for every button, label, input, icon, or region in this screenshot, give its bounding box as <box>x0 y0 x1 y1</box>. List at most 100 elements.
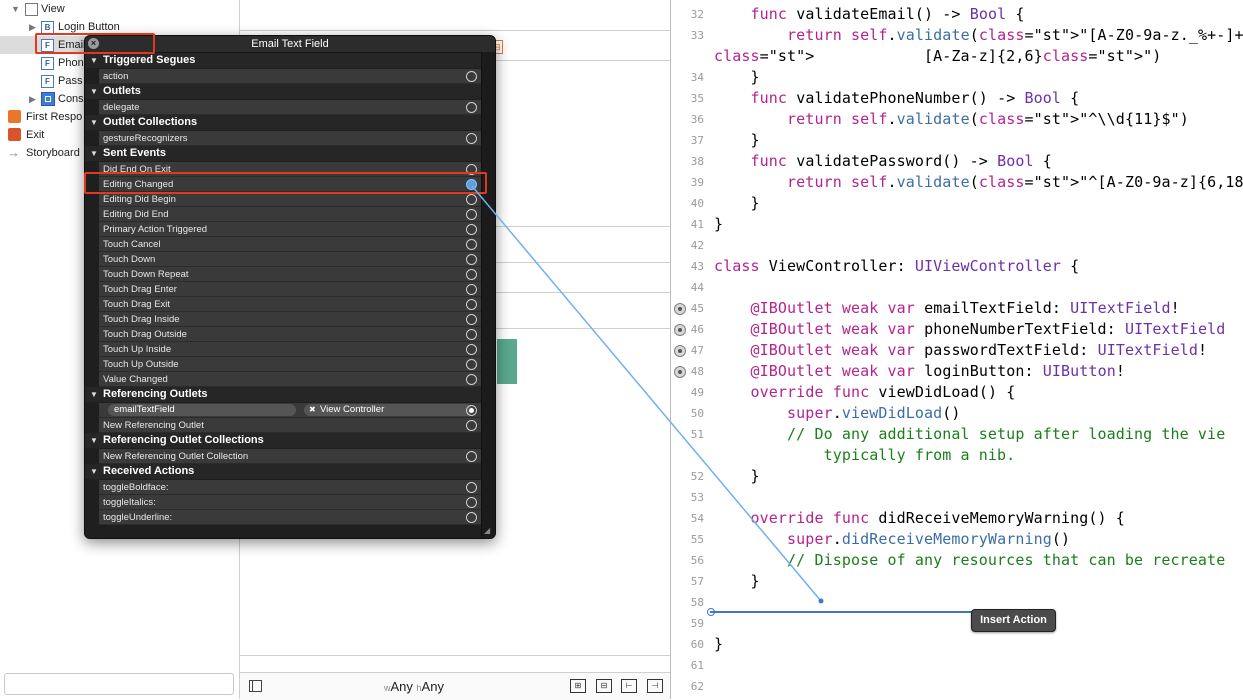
hud-connection-row[interactable]: action <box>99 69 481 84</box>
resolve-issues-icon[interactable]: ⊣ <box>647 679 663 693</box>
code-line[interactable]: override func viewDidLoad() { <box>714 383 1016 401</box>
connection-circle-icon[interactable] <box>466 71 477 82</box>
connection-circle-icon[interactable] <box>466 329 477 340</box>
connection-circle-icon[interactable] <box>466 420 477 431</box>
hud-section-header[interactable]: ▼ Referencing Outlets <box>85 387 481 402</box>
outlet-connection-icon[interactable] <box>674 345 686 357</box>
code-line[interactable]: // Dispose of any resources that can be … <box>714 551 1225 569</box>
connection-target-pill[interactable]: ✖ View Controller <box>304 404 472 416</box>
code-line[interactable]: @IBOutlet weak var loginButton: UIButton… <box>714 362 1125 380</box>
code-line[interactable]: @IBOutlet weak var emailTextField: UITex… <box>714 299 1180 317</box>
connection-circle-icon[interactable] <box>466 254 477 265</box>
connection-circle-icon[interactable] <box>466 405 477 416</box>
connection-circle-icon[interactable] <box>466 239 477 250</box>
hud-connection-row[interactable]: Touch Drag Exit <box>99 297 481 312</box>
hud-connection-row[interactable]: delegate <box>99 100 481 115</box>
connection-circle-icon[interactable] <box>466 194 477 205</box>
code-line[interactable]: super.didReceiveMemoryWarning() <box>714 530 1070 548</box>
connection-circle-icon[interactable] <box>466 224 477 235</box>
login-button-preview[interactable] <box>497 339 517 384</box>
outlet-connection-icon[interactable] <box>674 366 686 378</box>
disclosure-open-icon[interactable]: ▼ <box>90 84 98 99</box>
code-line[interactable]: } <box>714 635 723 653</box>
code-line[interactable]: class ViewController: UIViewController { <box>714 257 1079 275</box>
connection-circle-icon[interactable] <box>466 451 477 462</box>
hud-section-header[interactable]: ▼ Received Actions <box>85 464 481 479</box>
hud-section-header[interactable]: ▼ Referencing Outlet Collections <box>85 433 481 448</box>
hud-section-header[interactable]: ▼ Outlet Collections <box>85 115 481 130</box>
hud-connection-row[interactable]: Editing Did End <box>99 207 481 222</box>
code-line[interactable]: return self.validate(class="st">"[A-Z0-9… <box>714 26 1243 44</box>
hud-connection-row[interactable]: toggleUnderline: <box>99 510 481 525</box>
code-line[interactable]: } <box>714 467 760 485</box>
hud-connection-row[interactable]: Editing Changed <box>99 177 481 192</box>
hud-connection-row[interactable]: Touch Up Outside <box>99 357 481 372</box>
align-icon[interactable]: ⊟ <box>596 679 612 693</box>
hud-connection-row[interactable]: Did End On Exit <box>99 162 481 177</box>
code-line[interactable]: return self.validate(class="st">"^[A-Z0-… <box>714 173 1243 191</box>
hud-connection-row[interactable]: emailTextField ✖ View Controller <box>99 403 481 418</box>
disclosure-closed-icon[interactable]: ▶ <box>29 18 36 36</box>
connection-circle-icon[interactable] <box>466 512 477 523</box>
outlet-connection-icon[interactable] <box>674 303 686 315</box>
code-line[interactable]: func validatePassword() -> Bool { <box>714 152 1052 170</box>
hud-connection-row[interactable]: gestureRecognizers <box>99 131 481 146</box>
hud-connection-row[interactable]: toggleItalics: <box>99 495 481 510</box>
hud-connection-row[interactable]: Value Changed <box>99 372 481 387</box>
hud-connection-row[interactable]: Touch Cancel <box>99 237 481 252</box>
hud-connection-row[interactable]: Touch Down <box>99 252 481 267</box>
code-line[interactable]: } <box>714 215 723 233</box>
hud-section-header[interactable]: ▼ Sent Events <box>85 146 481 161</box>
connection-circle-icon[interactable] <box>466 344 477 355</box>
code-line[interactable]: @IBOutlet weak var passwordTextField: UI… <box>714 341 1208 359</box>
code-editor[interactable]: 32 func validateEmail() -> Bool {33 retu… <box>671 0 1243 699</box>
hud-section-header[interactable]: ▼ Triggered Segues <box>85 53 481 68</box>
connections-hud[interactable]: Email Text Field × ▼ Triggered Segues acti… <box>84 35 496 539</box>
toggle-outline-icon[interactable] <box>249 680 262 692</box>
pin-icon[interactable]: ⊢ <box>621 679 637 693</box>
connection-circle-icon[interactable] <box>466 102 477 113</box>
close-icon[interactable]: × <box>88 38 99 49</box>
code-line[interactable]: override func didReceiveMemoryWarning() … <box>714 509 1125 527</box>
connection-circle-icon[interactable] <box>466 164 477 175</box>
connection-circle-icon[interactable] <box>466 133 477 144</box>
hud-connection-row[interactable]: Touch Down Repeat <box>99 267 481 282</box>
connection-circle-icon[interactable] <box>466 299 477 310</box>
hud-connection-row[interactable]: Touch Up Inside <box>99 342 481 357</box>
hud-connection-row[interactable]: Primary Action Triggered <box>99 222 481 237</box>
outline-filter-field[interactable] <box>4 673 234 695</box>
code-line[interactable]: } <box>714 194 760 212</box>
connection-circle-icon[interactable] <box>466 374 477 385</box>
hud-connection-row[interactable]: Editing Did Begin <box>99 192 481 207</box>
disclosure-open-icon[interactable]: ▼ <box>90 387 98 402</box>
stack-icon[interactable]: ⊞ <box>570 679 586 693</box>
code-line[interactable]: return self.validate(class="st">"^\\d{11… <box>714 110 1189 128</box>
code-line[interactable]: } <box>714 572 760 590</box>
disclosure-open-icon[interactable]: ▼ <box>90 433 98 448</box>
disclosure-open-icon[interactable]: ▼ <box>90 53 98 68</box>
size-class-selector[interactable]: wAny hAny <box>384 679 444 694</box>
code-line[interactable]: class="st"> [A-Za-z]{2,6}class="st">") <box>714 47 1161 65</box>
code-line[interactable]: typically from a nib. <box>714 446 1016 464</box>
outline-item-view[interactable]: ▼ View <box>0 0 239 18</box>
code-line[interactable]: } <box>714 68 760 86</box>
connection-circle-icon[interactable] <box>466 284 477 295</box>
connection-circle-icon[interactable] <box>466 269 477 280</box>
hud-connection-row[interactable]: New Referencing Outlet Collection <box>99 449 481 464</box>
disclosure-open-icon[interactable]: ▼ <box>90 146 98 161</box>
connection-circle-icon[interactable] <box>466 482 477 493</box>
connection-circle-icon[interactable] <box>466 179 477 190</box>
code-line[interactable]: func validateEmail() -> Bool { <box>714 5 1025 23</box>
hud-connection-row[interactable]: toggleBoldface: <box>99 480 481 495</box>
outlet-connection-icon[interactable] <box>674 324 686 336</box>
resize-grip-icon[interactable]: ◢ <box>484 527 492 535</box>
connection-circle-icon[interactable] <box>466 497 477 508</box>
code-line[interactable]: // Do any additional setup after loading… <box>714 425 1225 443</box>
disclosure-open-icon[interactable]: ▼ <box>11 0 20 18</box>
code-line[interactable]: } <box>714 131 760 149</box>
hud-connection-row[interactable]: Touch Drag Enter <box>99 282 481 297</box>
hud-section-header[interactable]: ▼ Outlets <box>85 84 481 99</box>
disclosure-open-icon[interactable]: ▼ <box>90 115 98 130</box>
code-line[interactable]: func validatePhoneNumber() -> Bool { <box>714 89 1080 107</box>
connection-circle-icon[interactable] <box>466 359 477 370</box>
